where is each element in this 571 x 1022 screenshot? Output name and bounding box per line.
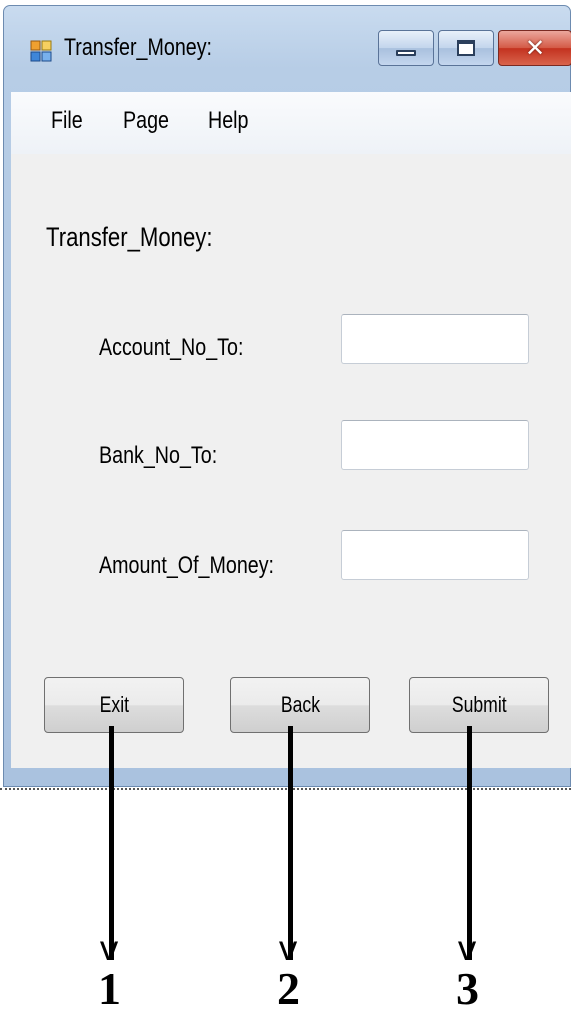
arrow-head-1-icon: v — [99, 929, 120, 969]
arrow-head-2-icon: v — [278, 929, 299, 969]
form-client-area: File Page Help Transfer_Money: Account_N… — [11, 92, 571, 768]
annotation-arrow-1 — [109, 726, 114, 960]
submit-button[interactable]: Submit — [409, 677, 549, 733]
exit-button[interactable]: Exit — [44, 677, 184, 733]
account-no-to-label: Account_No_To: — [99, 334, 244, 361]
back-button-label: Back — [280, 692, 320, 717]
account-no-to-input[interactable] — [341, 314, 529, 364]
exit-button-label: Exit — [99, 692, 129, 717]
minimize-icon — [396, 50, 416, 56]
annotation-number-3: 3 — [456, 963, 479, 1014]
bank-no-to-input[interactable] — [341, 420, 529, 470]
menu-help[interactable]: Help — [208, 107, 248, 135]
form-heading: Transfer_Money: — [46, 222, 213, 252]
bank-no-to-label: Bank_No_To: — [99, 442, 218, 469]
back-button[interactable]: Back — [230, 677, 370, 733]
arrow-head-3-icon: v — [457, 929, 478, 969]
annotation-number-1: 1 — [98, 963, 121, 1014]
menu-bar: File Page Help — [11, 92, 571, 154]
amount-of-money-label: Amount_Of_Money: — [99, 552, 275, 579]
maximize-icon — [457, 40, 475, 56]
annotation-arrow-2 — [288, 726, 293, 960]
dotted-divider — [0, 788, 571, 793]
menu-page[interactable]: Page — [123, 107, 169, 135]
minimize-button[interactable] — [378, 30, 434, 66]
title-bar[interactable]: Transfer_Money: ✕ — [4, 6, 571, 92]
annotation-number-2: 2 — [277, 963, 300, 1014]
app-window: Transfer_Money: ✕ File Page Help Transfe… — [3, 5, 571, 787]
annotation-arrow-3 — [467, 726, 472, 960]
close-button[interactable]: ✕ — [498, 30, 571, 66]
app-icon — [30, 40, 52, 62]
window-title: Transfer_Money: — [64, 34, 213, 61]
submit-button-label: Submit — [451, 692, 507, 717]
maximize-button[interactable] — [438, 30, 494, 66]
close-icon: ✕ — [524, 34, 546, 62]
amount-of-money-input[interactable] — [341, 530, 529, 580]
menu-file[interactable]: File — [51, 107, 83, 135]
